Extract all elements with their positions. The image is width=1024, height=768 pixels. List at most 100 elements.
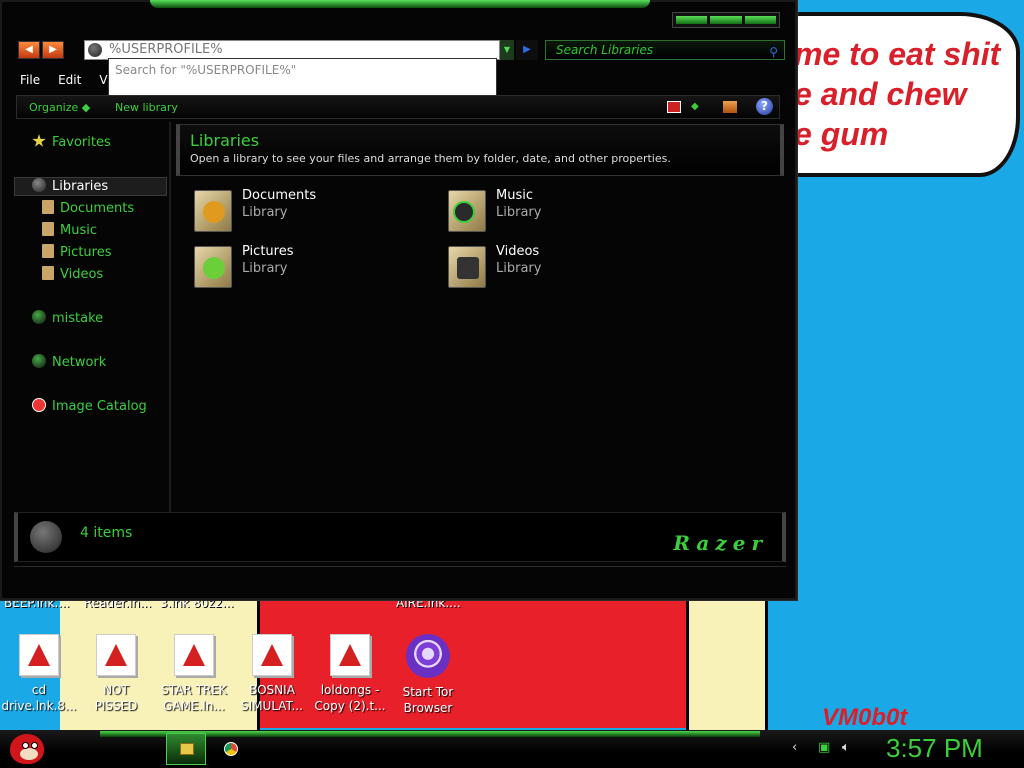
documents-icon [42,200,54,214]
view-options-icon[interactable]: ◆ [691,101,705,113]
icon-label-line2: GAME.ln... [163,699,225,713]
desktop-icon-tor-browser[interactable]: Start Tor Browser [390,634,466,716]
documents-library-icon [194,190,232,232]
icon-label-line1: loldongs - [320,683,380,697]
bubble-line-3: e gum [794,116,889,152]
page-subtitle: Open a library to see your files and arr… [190,152,671,165]
nav-label: Favorites [52,135,111,150]
address-autocomplete[interactable]: Search for "%USERPROFILE%" [108,58,497,100]
icon-label-line1: cd [31,683,47,697]
search-placeholder: Search Libraries [556,43,654,57]
nav-item-documents[interactable]: Documents [42,200,134,216]
library-tile-pictures[interactable]: Pictures Library [194,244,414,288]
menu-edit[interactable]: Edit [58,73,81,87]
nav-label: Pictures [60,245,112,260]
speech-bubble: me to eat shit e and chew e gum [770,12,1020,177]
library-name: Music [496,188,533,203]
nav-label: Videos [60,267,104,282]
videos-icon [42,266,54,280]
desktop-icon-cd-drive[interactable]: cd drive.lnk.8... [1,634,77,714]
tor-onion-icon [406,634,450,678]
new-library-button[interactable]: New library [115,101,178,114]
menu-bar: File Edit Vie [14,70,118,90]
nav-label: mistake [52,311,104,326]
libraries-header: Libraries Open a library to see your fil… [176,124,784,176]
nav-item-videos[interactable]: Videos [42,266,103,282]
desktop-icon-bosnia[interactable]: BOSNIA SIMULAT... [234,634,310,714]
library-name: Videos [496,244,540,259]
search-input[interactable]: Search Libraries ⚲ [545,40,785,60]
address-bar[interactable]: %USERPROFILE% [84,40,500,60]
libraries-orb-icon [30,521,62,553]
homegroup-icon [32,310,46,324]
bird-eye [22,742,29,749]
volume-icon[interactable]: 🔈︎ [842,740,850,755]
icon-label-line2: drive.lnk.8... [1,699,77,713]
music-icon [42,222,54,236]
taskbar-clock[interactable]: 3:57 PM [886,733,983,764]
pdf-icon [96,634,136,676]
pdf-icon [330,634,370,676]
nav-item-favorites[interactable]: Favorites [32,134,111,150]
menu-file[interactable]: File [20,73,40,87]
view-icon[interactable] [667,101,681,113]
libraries-icon [32,178,46,192]
pdf-icon [174,634,214,676]
item-count: 4 items [80,525,133,541]
icon-label-line1: NOT [103,683,129,697]
desktop-icon-star-trek[interactable]: STAR TREK GAME.ln... [156,634,232,714]
wallpaper-signature: VM0b0t [822,704,908,731]
icon-label-line2: SIMULAT... [241,699,303,713]
close-button[interactable] [744,16,776,24]
show-hidden-icons-icon[interactable]: ‹ [792,740,797,755]
icon-label-line2: PISSED [94,699,138,713]
nav-label: Documents [60,201,135,216]
nav-item-mistake[interactable]: mistake [32,310,103,326]
library-tile-videos[interactable]: Videos Library [448,244,668,288]
back-button[interactable]: ◀ [18,41,40,59]
maximize-button[interactable] [710,16,742,24]
command-bar: Organize ◆ New library ◆ ? [16,95,780,119]
page-title: Libraries [190,131,260,150]
network-tray-icon[interactable]: ▣ [818,740,830,755]
library-tile-music[interactable]: Music Library [448,188,668,232]
nav-label: Music [60,223,97,238]
bubble-line-2: e and chew [794,76,967,112]
go-button[interactable]: ▶ [516,40,538,60]
minimize-button[interactable] [676,16,708,24]
chrome-icon [224,742,238,756]
window-bottom-border [14,566,786,578]
library-kind: Library [242,205,288,220]
forward-button[interactable]: ▶ [42,41,64,59]
icon-label-line1: STAR TREK [161,683,227,697]
nav-item-network[interactable]: Network [32,354,106,370]
nav-item-image-catalog[interactable]: Image Catalog [32,398,147,414]
nav-item-libraries[interactable]: Libraries [32,178,108,194]
image-catalog-icon [32,398,46,412]
organize-label: Organize [29,101,79,114]
system-tray: ‹ ▣ 🔈︎ [790,738,870,760]
pictures-library-icon [194,246,232,288]
address-value: %USERPROFILE% [109,42,223,57]
library-kind: Library [496,205,542,220]
preview-pane-icon[interactable] [723,101,737,113]
icon-label-line2: Browser [403,701,453,715]
library-kind: Library [242,261,288,276]
address-dropdown-button[interactable]: ▼ [500,40,514,60]
nav-item-pictures[interactable]: Pictures [42,244,111,260]
taskbar-explorer-button[interactable] [166,733,206,765]
icon-label-line1: BOSNIA [249,683,295,697]
search-icon[interactable]: ⚲ [769,43,778,61]
bubble-line-1: me to eat shit [794,36,1001,72]
nav-label: Image Catalog [52,399,147,414]
organize-button[interactable]: Organize ◆ [29,101,90,114]
videos-library-icon [448,246,486,288]
taskbar-chrome-button[interactable] [212,733,252,765]
desktop-icon-loldongs[interactable]: loldongs - Copy (2).t... [312,634,388,714]
nav-item-music[interactable]: Music [42,222,97,238]
desktop-icon-not-pissed[interactable]: NOT PISSED [78,634,154,714]
autocomplete-suggestion[interactable]: Search for "%USERPROFILE%" [115,63,296,77]
library-tile-documents[interactable]: Documents Library [194,188,414,232]
help-icon[interactable]: ? [756,98,773,115]
start-button[interactable] [6,730,48,768]
